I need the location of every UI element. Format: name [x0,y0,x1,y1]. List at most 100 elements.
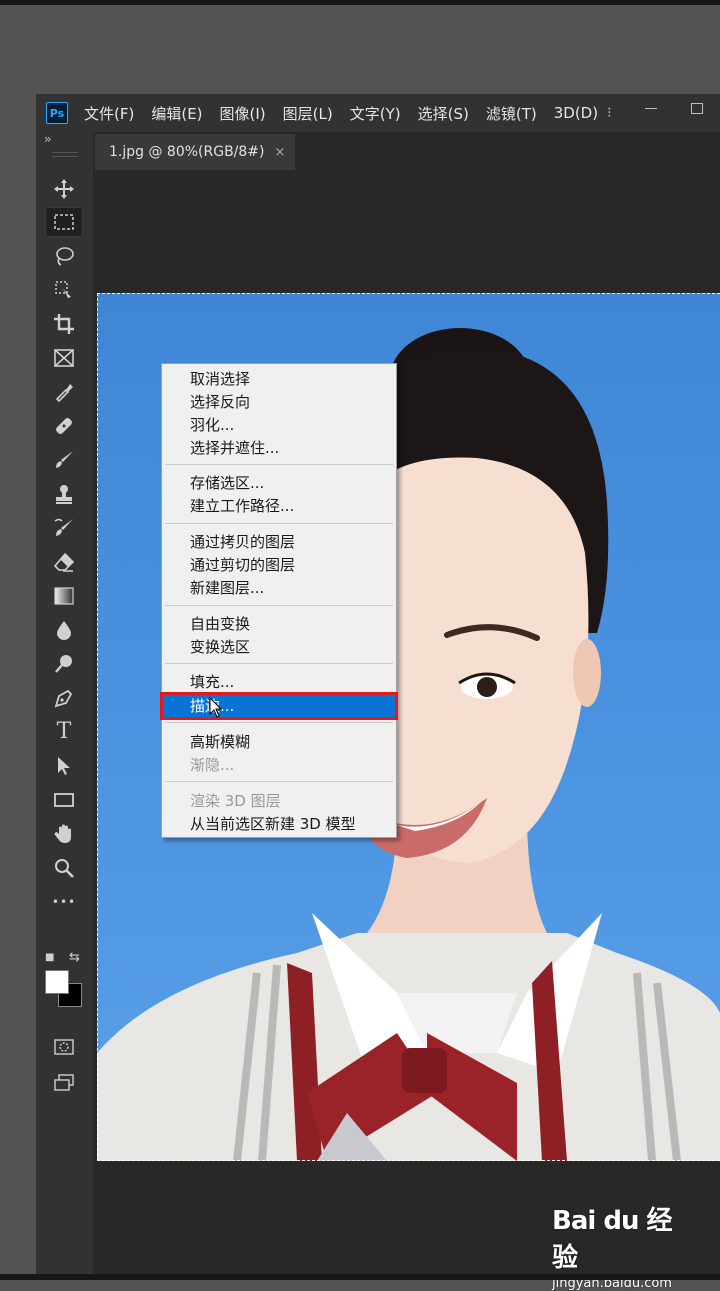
crop-tool[interactable] [45,309,83,339]
menu-image[interactable]: 图像(I) [220,103,266,124]
menu-item-fill[interactable]: 填充... [163,671,395,693]
context-menu: 取消选择 选择反向 羽化... 选择并遮住... 存储选区... 建立工作路径.… [160,363,398,838]
menu-item-gaussian-blur[interactable]: 高斯模糊 [163,731,395,753]
close-icon[interactable]: × [275,145,286,160]
frame-icon [54,349,74,367]
menu-separator [165,722,393,723]
eraser-icon [53,552,75,572]
menu-type[interactable]: 文字(Y) [350,103,401,124]
menu-separator [165,663,393,664]
menu-separator [165,464,393,465]
top-screen-band [0,0,720,5]
menu-item-stroke[interactable]: 描边... [160,692,398,720]
menu-item-save-selection[interactable]: 存储选区... [163,472,395,494]
healing-brush-tool[interactable] [45,411,83,441]
blur-icon [57,621,71,640]
collapse-panel-icon[interactable]: ›› [44,132,51,146]
window-controls [628,94,720,122]
eyedropper-icon [55,384,73,403]
blur-tool[interactable] [45,615,83,645]
quick-mask-button[interactable] [45,1032,83,1062]
type-icon: T [56,719,72,744]
history-brush-icon [54,518,73,536]
menu-item-make-work-path[interactable]: 建立工作路径... [163,495,395,517]
pointer-icon [209,696,223,718]
menu-item-select-inverse[interactable]: 选择反向 [163,391,395,413]
foreground-color[interactable] [45,970,69,994]
menu-item-deselect[interactable]: 取消选择 [163,368,395,390]
crop-icon [54,314,74,334]
menu-item-new-3d-from-selection[interactable]: 从当前选区新建 3D 模型 [163,813,395,835]
eyedropper-tool[interactable] [45,377,83,407]
quick-select-tool[interactable] [45,275,83,305]
path-select-tool[interactable] [45,751,83,781]
menu-separator [165,605,393,606]
gradient-icon [54,587,74,605]
rectangle-icon [54,793,74,807]
frame-tool[interactable] [45,343,83,373]
zoom-tool[interactable] [45,853,83,883]
menu-layer[interactable]: 图层(L) [283,103,333,124]
menu-separator [165,781,393,782]
baidu-watermark: Bai du 经验 jingyan.baidu.com [552,1200,692,1291]
brush-tool[interactable] [45,445,83,475]
default-colors-icon[interactable]: ■ [45,952,54,963]
menu-item-layer-via-copy[interactable]: 通过拷贝的图层 [163,531,395,553]
move-tool[interactable] [45,174,83,204]
healing-brush-icon [56,418,72,434]
panel-grip[interactable] [52,152,78,157]
pen-tool[interactable] [45,683,83,713]
marquee-icon [54,214,74,230]
type-tool[interactable]: T [45,717,83,747]
menu-bar: Ps 文件(F) 编辑(E) 图像(I) 图层(L) 文字(Y) 选择(S) 滤… [36,94,720,132]
menu-select[interactable]: 选择(S) [418,103,469,124]
more-tools-icon: ••• [51,895,77,909]
swap-colors-icon[interactable]: ⇆ [69,950,80,965]
menu-item-select-and-mask[interactable]: 选择并遮住... [163,437,395,459]
menu-item-feather[interactable]: 羽化... [163,414,395,436]
menu-3d[interactable]: 3D(D) [554,104,598,122]
screen-mode-button[interactable] [45,1068,83,1098]
path-select-icon [58,757,70,775]
menu-separator [165,523,393,524]
baidu-jingyan-logo: Bai du 经验 [552,1206,673,1273]
marquee-tool[interactable] [45,207,83,237]
menu-file[interactable]: 文件(F) [84,103,134,124]
brush-icon [56,451,73,468]
stamp-icon [56,485,72,504]
maximize-button[interactable] [674,94,720,122]
move-icon [54,179,74,199]
document-tab-title: 1.jpg @ 80%(RGB/8#) [109,144,265,160]
menu-item-new-layer[interactable]: 新建图层... [163,577,395,599]
mouse-cursor [209,696,223,723]
photoshop-logo: Ps [46,102,68,124]
bottom-screen-band [0,1274,720,1280]
menu-item-free-transform[interactable]: 自由变换 [163,613,395,635]
hand-tool[interactable] [45,819,83,849]
minimize-button[interactable] [628,94,674,122]
zoom-icon [55,859,74,878]
history-brush-tool[interactable] [45,513,83,543]
lasso-tool[interactable] [45,241,83,271]
menu-item-layer-via-cut[interactable]: 通过剪切的图层 [163,554,395,576]
rectangle-tool[interactable] [45,785,83,815]
eraser-tool[interactable] [45,547,83,577]
dodge-tool[interactable] [45,649,83,679]
menu-edit[interactable]: 编辑(E) [151,103,202,124]
lasso-icon [56,247,74,266]
menu-filter[interactable]: 滤镜(T) [486,103,537,124]
menu-overflow-icon[interactable]: ⁝ [607,105,611,121]
gradient-tool[interactable] [45,581,83,611]
quick-mask-icon [54,1039,74,1055]
tools-panel: ›› T ••• ■ ⇆ [36,132,93,1274]
menu-item-transform-selection[interactable]: 变换选区 [163,636,395,658]
document-tab-bar: 1.jpg @ 80%(RGB/8#) × [93,132,720,170]
document-tab[interactable]: 1.jpg @ 80%(RGB/8#) × [95,134,295,170]
menu-item-render-3d-layer: 渲染 3D 图层 [190,792,281,810]
screen-mode-icon [54,1074,74,1091]
stamp-tool[interactable] [45,479,83,509]
color-swatches: ■ ⇆ [45,950,85,1010]
hand-icon [54,824,71,843]
more-tools-button[interactable]: ••• [45,887,83,917]
quick-select-icon [55,281,71,298]
